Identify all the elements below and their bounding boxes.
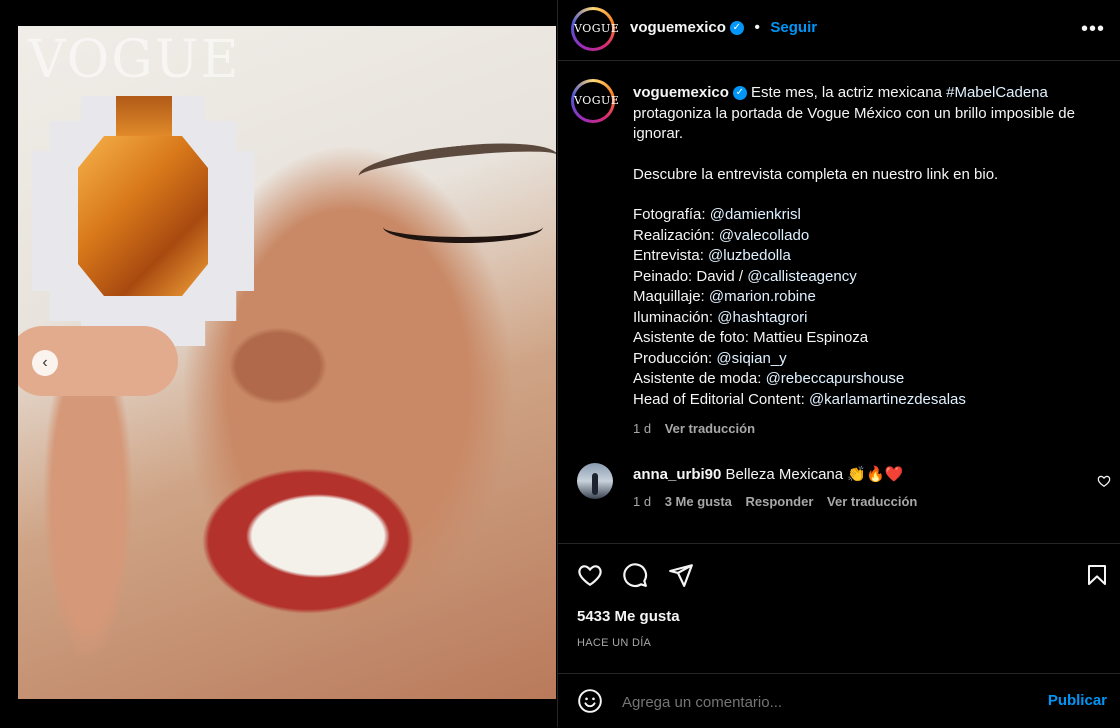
photo-brow: [356, 135, 556, 197]
credit-line: Peinado: David / @callisteagency: [633, 267, 1093, 288]
author-username[interactable]: voguemexico: [630, 19, 726, 36]
photo-gem: [78, 136, 208, 296]
separator-dot: •: [754, 19, 760, 36]
caption-hashtag[interactable]: #MabelCadena: [946, 84, 1048, 101]
caption-avatar[interactable]: VOGUE: [571, 79, 619, 123]
emoji-smiley-icon[interactable]: [577, 688, 603, 714]
post-actions: 5433 Me gusta HACE UN DÍA: [558, 543, 1120, 674]
photo-gem-top: [116, 96, 172, 136]
credit-handle[interactable]: @karlamartinezdesalas: [809, 391, 966, 408]
credit-label: Head of Editorial Content:: [633, 390, 809, 408]
credit-label: Asistente de foto: Mattieu Espinoza: [633, 329, 869, 346]
credit-line: Entrevista: @luzbedolla: [633, 246, 1093, 267]
credit-label: Asistente de moda:: [633, 370, 766, 387]
credit-handle[interactable]: @valecollado: [719, 227, 809, 244]
credit-line: Asistente de moda: @rebeccapurshouse: [633, 369, 1093, 390]
comment-bubble-icon[interactable]: [622, 562, 648, 588]
comment-composer: Publicar: [558, 673, 1120, 728]
post-image[interactable]: VOGUE: [18, 26, 556, 699]
post-panel: VOGUE voguemexico ✓ • Seguir ••• VOGUE vo…: [557, 0, 1120, 727]
follow-button[interactable]: Seguir: [770, 19, 817, 36]
credit-handle[interactable]: @luzbedolla: [708, 247, 791, 264]
credit-handle[interactable]: @callisteagency: [747, 268, 856, 285]
publish-button[interactable]: Publicar: [1048, 692, 1107, 709]
comment-time[interactable]: 1 d: [633, 494, 651, 509]
vogue-watermark: VOGUE: [28, 30, 241, 90]
previous-slide-icon[interactable]: ‹: [32, 350, 58, 376]
commenter-username[interactable]: anna_urbi90: [633, 466, 721, 483]
likes-count[interactable]: 5433 Me gusta: [577, 608, 680, 625]
credit-label: Peinado: David /: [633, 267, 748, 285]
credit-handle[interactable]: @siqian_y: [716, 350, 786, 367]
caption: voguemexico ✓ Este mes, la actriz mexican…: [633, 83, 1093, 440]
commenter-avatar[interactable]: [577, 463, 613, 499]
save-bookmark-icon[interactable]: [1085, 562, 1109, 588]
credit-handle[interactable]: @rebeccapurshouse: [766, 370, 905, 387]
comment: anna_urbi90 Belleza Mexicana 👏🔥❤️: [633, 465, 903, 483]
comment-meta: 1 d 3 Me gusta Responder Ver traducción: [633, 494, 917, 509]
credit-line: Head of Editorial Content: @karlamartine…: [633, 390, 1093, 411]
verified-icon: ✓: [729, 20, 744, 35]
caption-meta: 1 d Ver traducción: [633, 419, 1093, 440]
credit-line: Asistente de foto: Mattieu Espinoza: [633, 328, 1093, 349]
credit-handle[interactable]: @marion.robine: [709, 288, 816, 305]
credit-label: Fotografía:: [633, 206, 710, 223]
author-avatar[interactable]: VOGUE: [571, 7, 619, 51]
credit-label: Entrevista:: [633, 247, 709, 264]
comment-translate[interactable]: Ver traducción: [827, 494, 917, 509]
credit-line: Maquillaje: @marion.robine: [633, 287, 1093, 308]
comment-text: Belleza Mexicana 👏🔥❤️: [725, 466, 904, 483]
share-paper-plane-icon[interactable]: [668, 562, 694, 588]
caption-username[interactable]: voguemexico: [633, 84, 729, 101]
post-header: VOGUE voguemexico ✓ • Seguir •••: [558, 0, 1120, 61]
post-date[interactable]: HACE UN DÍA: [577, 637, 651, 649]
credit-handle[interactable]: @hashtagrori: [717, 309, 807, 326]
caption-intro: voguemexico ✓ Este mes, la actriz mexican…: [633, 83, 1093, 145]
caption-text-start: Este mes, la actriz mexicana: [751, 84, 947, 101]
credit-label: Maquillaje:: [633, 288, 709, 305]
credit-line: Fotografía: @damienkrisl: [633, 205, 1093, 226]
caption-paragraph-2: Descubre la entrevista completa en nuest…: [633, 165, 999, 183]
comment-likes[interactable]: 3 Me gusta: [665, 494, 732, 509]
more-horizontal-icon[interactable]: •••: [1081, 18, 1105, 41]
caption-credits: Fotografía: @damienkrisl Realización: @va…: [633, 205, 1093, 410]
credit-label: Producción:: [633, 349, 717, 367]
caption-time[interactable]: 1 d: [633, 421, 651, 436]
avatar-logo: VOGUE: [574, 10, 619, 48]
credit-handle[interactable]: @damienkrisl: [710, 206, 801, 223]
credit-line: Realización: @valecollado: [633, 226, 1093, 247]
comment-reply[interactable]: Responder: [746, 494, 814, 509]
credit-label: Realización:: [633, 226, 719, 244]
caption-text-end: protagoniza la portada de Vogue México c…: [633, 104, 1075, 143]
comment-like-heart-icon[interactable]: [1097, 474, 1111, 488]
credit-line: Iluminación: @hashtagrori: [633, 308, 1093, 329]
comment-input[interactable]: [620, 690, 1024, 714]
caption-translate[interactable]: Ver traducción: [665, 421, 755, 436]
credit-label: Iluminación:: [633, 308, 718, 326]
credit-line: Producción: @siqian_y: [633, 349, 1093, 370]
header-line: voguemexico ✓ • Seguir: [630, 19, 817, 37]
like-heart-icon[interactable]: [577, 562, 603, 588]
verified-icon: ✓: [732, 86, 747, 101]
photo-eye: [383, 211, 543, 243]
avatar-logo: VOGUE: [574, 82, 619, 120]
